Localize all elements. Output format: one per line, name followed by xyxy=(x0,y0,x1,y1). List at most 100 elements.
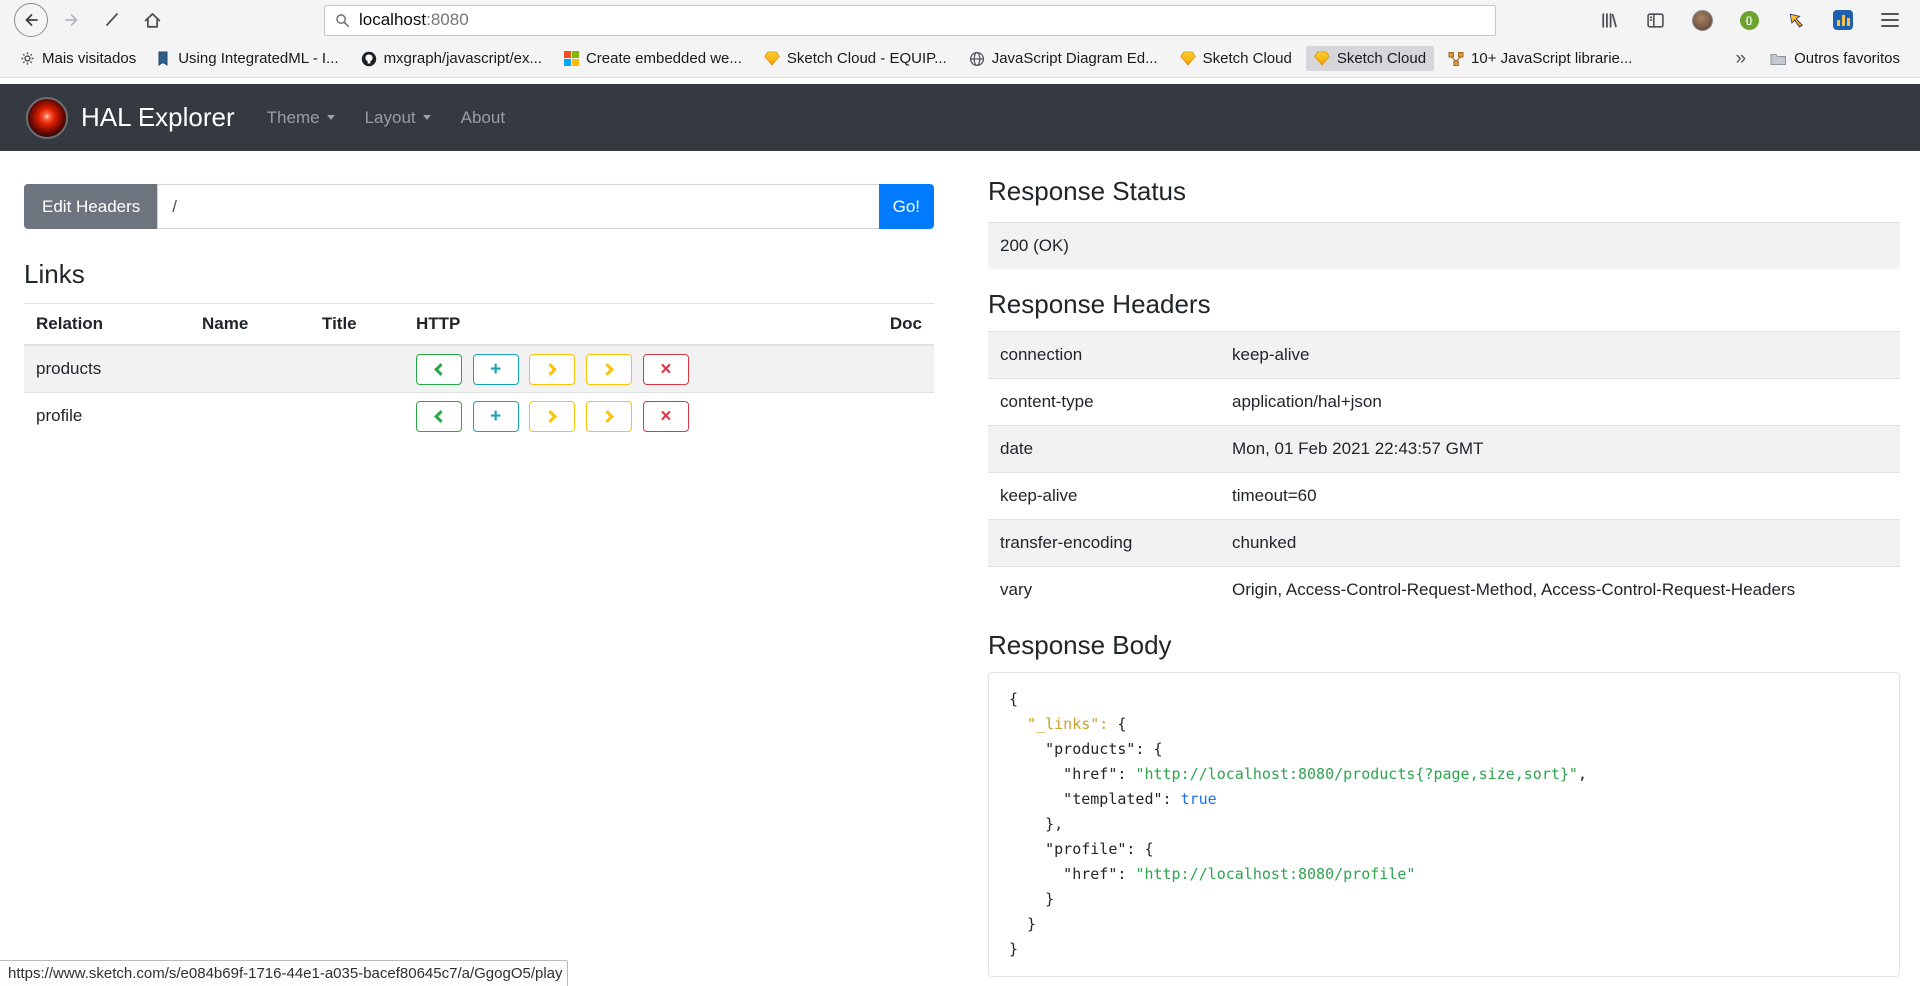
header-value: Origin, Access-Control-Request-Method, A… xyxy=(1220,567,1900,614)
col-header-doc: Doc xyxy=(864,304,934,346)
toolbar-right-cluster: {} xyxy=(1592,4,1906,36)
address-bar[interactable]: localhost:8080 xyxy=(324,5,1496,36)
x-icon: × xyxy=(660,360,671,379)
arrow-extension-icon xyxy=(1787,11,1806,30)
response-status-title: Response Status xyxy=(988,176,1900,207)
bookmark-mais-visitados[interactable]: Mais visitados xyxy=(12,46,144,71)
relation-cell: products xyxy=(24,345,190,393)
nav-about-link[interactable]: About xyxy=(461,108,505,128)
bookmarks-bar: Mais visitados Using IntegratedML - I...… xyxy=(0,40,1920,78)
chevron-right-icon xyxy=(601,410,614,423)
bookmark-label: Sketch Cloud - EQUIP... xyxy=(787,50,947,67)
bookmark-sketch-cloud-2[interactable]: Sketch Cloud xyxy=(1306,46,1434,71)
uri-input[interactable] xyxy=(157,184,879,229)
chevron-right-icon xyxy=(601,363,614,376)
http-post-button[interactable]: + xyxy=(473,354,519,385)
library-button[interactable] xyxy=(1592,4,1624,36)
nav-layout-label: Layout xyxy=(365,108,416,128)
table-row: varyOrigin, Access-Control-Request-Metho… xyxy=(988,567,1900,614)
table-row: keep-alivetimeout=60 xyxy=(988,473,1900,520)
book-icon xyxy=(158,51,171,66)
name-cell xyxy=(190,345,310,393)
forward-button[interactable] xyxy=(56,4,88,36)
http-put-button[interactable] xyxy=(529,401,575,432)
globe-icon xyxy=(969,51,985,67)
http-actions-cell: + × xyxy=(404,345,864,393)
response-status-table: 200 (OK) xyxy=(988,222,1900,269)
bookmark-sketch-cloud-1[interactable]: Sketch Cloud xyxy=(1172,46,1300,71)
browser-status-bar: https://www.sketch.com/s/e084b69f-1716-4… xyxy=(0,960,568,986)
http-put-button[interactable] xyxy=(529,354,575,385)
bookmark-js-diagram-editor[interactable]: JavaScript Diagram Ed... xyxy=(961,46,1166,71)
search-icon xyxy=(335,13,350,28)
bookmark-sketch-cloud-equip[interactable]: Sketch Cloud - EQUIP... xyxy=(756,46,955,71)
http-patch-button[interactable] xyxy=(586,401,632,432)
header-value: chunked xyxy=(1220,520,1900,567)
github-icon xyxy=(361,51,377,67)
bookmark-label: Using IntegratedML - I... xyxy=(178,50,338,67)
table-row: dateMon, 01 Feb 2021 22:43:57 GMT xyxy=(988,426,1900,473)
header-key: vary xyxy=(988,567,1220,614)
hal-eye-logo-icon[interactable] xyxy=(26,97,68,139)
links-table: Relation Name Title HTTP Doc products + … xyxy=(24,303,934,439)
bookmark-mxgraph[interactable]: mxgraph/javascript/ex... xyxy=(353,46,550,71)
bookmarks-overflow-button[interactable]: » xyxy=(1730,49,1753,68)
http-get-button[interactable] xyxy=(416,401,462,432)
table-row: connectionkeep-alive xyxy=(988,332,1900,379)
diagram-nodes-icon xyxy=(1448,51,1464,67)
menu-button[interactable] xyxy=(1874,4,1906,36)
reload-button[interactable] xyxy=(96,4,128,36)
chevron-left-icon xyxy=(434,363,447,376)
back-button[interactable] xyxy=(14,3,48,37)
header-key: transfer-encoding xyxy=(988,520,1220,567)
microsoft-icon xyxy=(564,51,579,66)
bookmark-label: JavaScript Diagram Ed... xyxy=(992,50,1158,67)
home-button[interactable] xyxy=(136,4,168,36)
bookmarks-right-cluster: » Outros favoritos xyxy=(1730,46,1908,71)
name-cell xyxy=(190,393,310,440)
chevron-right-icon xyxy=(545,410,558,423)
http-get-button[interactable] xyxy=(416,354,462,385)
doc-cell xyxy=(864,345,934,393)
home-icon xyxy=(143,11,162,30)
links-section-title: Links xyxy=(24,259,934,290)
go-button[interactable]: Go! xyxy=(879,184,934,229)
header-value: keep-alive xyxy=(1220,332,1900,379)
account-avatar[interactable] xyxy=(1686,4,1718,36)
browser-toolbar: localhost:8080 {} xyxy=(0,0,1920,40)
bookmark-label: Mais visitados xyxy=(42,50,136,67)
response-body-title: Response Body xyxy=(988,630,1900,661)
table-row-profile: profile + × xyxy=(24,393,934,440)
response-headers-title: Response Headers xyxy=(988,289,1900,320)
response-status-value: 200 (OK) xyxy=(988,223,1900,270)
app-brand[interactable]: HAL Explorer xyxy=(81,102,235,133)
status-bar-link-text: https://www.sketch.com/s/e084b69f-1716-4… xyxy=(8,965,563,982)
http-delete-button[interactable]: × xyxy=(643,401,689,432)
nav-theme-dropdown[interactable]: Theme xyxy=(267,108,335,128)
sidebars-button[interactable] xyxy=(1639,4,1671,36)
nav-layout-dropdown[interactable]: Layout xyxy=(365,108,431,128)
header-value: timeout=60 xyxy=(1220,473,1900,520)
response-headers-table: connectionkeep-alive content-typeapplica… xyxy=(988,331,1900,613)
sketch-diamond-icon xyxy=(1314,51,1330,66)
sketch-diamond-icon xyxy=(1180,51,1196,66)
table-row: content-typeapplication/hal+json xyxy=(988,379,1900,426)
response-body-code: { "_links": { "products": { "href": "htt… xyxy=(1009,687,1879,962)
col-header-name: Name xyxy=(190,304,310,346)
http-post-button[interactable]: + xyxy=(473,401,519,432)
bookmarks-folder-outros-favoritos[interactable]: Outros favoritos xyxy=(1762,46,1908,71)
col-header-http: HTTP xyxy=(404,304,864,346)
extension-arrow[interactable] xyxy=(1780,4,1812,36)
bookmark-create-embedded[interactable]: Create embedded we... xyxy=(556,46,750,71)
chevron-right-icon xyxy=(545,363,558,376)
bookmark-10-js-libraries[interactable]: 10+ JavaScript librarie... xyxy=(1440,46,1640,71)
x-icon: × xyxy=(660,407,671,426)
edit-headers-button[interactable]: Edit Headers xyxy=(24,184,158,229)
header-value: Mon, 01 Feb 2021 22:43:57 GMT xyxy=(1220,426,1900,473)
http-patch-button[interactable] xyxy=(586,354,632,385)
http-delete-button[interactable]: × xyxy=(643,354,689,385)
bookmark-label: Sketch Cloud xyxy=(1337,50,1426,67)
bookmark-using-integratedml[interactable]: Using IntegratedML - I... xyxy=(150,46,346,71)
extension-chart[interactable] xyxy=(1827,4,1859,36)
extension-json-viewer[interactable]: {} xyxy=(1733,4,1765,36)
